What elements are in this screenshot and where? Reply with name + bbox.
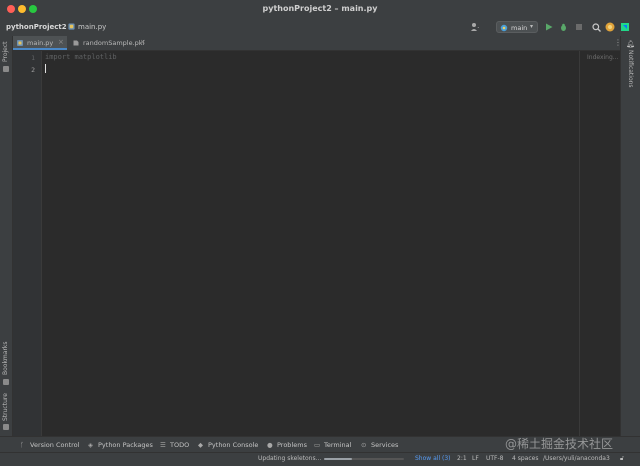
- list-icon: ☰: [160, 441, 166, 449]
- show-all-tasks-link[interactable]: Show all (3): [415, 455, 451, 462]
- indent-setting[interactable]: 4 spaces: [512, 455, 538, 462]
- right-tool-stripe: 🔔︎ Notifications: [620, 36, 640, 436]
- terminal-icon: ▭: [314, 441, 321, 449]
- stop-icon[interactable]: [574, 22, 584, 32]
- navigation-toolbar: pythonProject2 main.py main ▾: [0, 18, 640, 36]
- editor-tab-bar: main.py × randomSample.pkl × ⋮: [12, 36, 628, 51]
- services-icon: ⊙: [361, 441, 367, 449]
- line-number: 1: [31, 54, 35, 62]
- window-title: pythonProject2 – main.py: [262, 4, 378, 13]
- line-number-gutter: 1 2: [13, 51, 42, 436]
- close-icon[interactable]: ×: [140, 38, 146, 46]
- breadcrumb-project[interactable]: pythonProject2: [6, 23, 67, 31]
- problems-button[interactable]: ● Problems: [267, 441, 307, 449]
- user-icon[interactable]: [470, 22, 480, 32]
- line-separator[interactable]: LF: [472, 455, 479, 462]
- python-icon: ◆: [198, 441, 203, 449]
- folder-icon[interactable]: [3, 66, 9, 72]
- python-console-button[interactable]: ◆ Python Console: [198, 441, 258, 449]
- run-icon[interactable]: [544, 22, 554, 32]
- avatar[interactable]: [605, 22, 615, 32]
- file-icon: [73, 40, 79, 46]
- caret-position[interactable]: 2:1: [457, 455, 467, 462]
- debug-icon[interactable]: [558, 22, 568, 32]
- ide-window: pythonProject2 – main.py pythonProject2 …: [0, 0, 640, 466]
- tab-main-py[interactable]: main.py ×: [12, 36, 67, 50]
- search-icon[interactable]: [591, 22, 601, 32]
- info-icon: ●: [267, 441, 273, 449]
- watermark: @稀土掘金技术社区: [505, 437, 614, 451]
- code-editor[interactable]: 1 2 import matplotlib Indexing...: [13, 51, 620, 436]
- python-file-icon: [17, 40, 23, 46]
- lock-icon[interactable]: 🔓︎: [620, 455, 624, 463]
- todo-button[interactable]: ☰ TODO: [160, 441, 189, 449]
- project-tool-button[interactable]: Project: [2, 41, 9, 62]
- branch-selector[interactable]: main ▾: [496, 21, 538, 33]
- structure-icon[interactable]: [3, 424, 9, 430]
- branch-label: main: [511, 24, 528, 32]
- python-packages-button[interactable]: ◈ Python Packages: [88, 441, 153, 449]
- file-encoding[interactable]: UTF-8: [486, 455, 504, 462]
- bell-icon[interactable]: 🔔︎: [626, 40, 635, 48]
- python-file-icon: [68, 23, 75, 30]
- structure-tool-button[interactable]: Structure: [2, 393, 9, 421]
- branch-icon: [500, 24, 508, 32]
- terminal-button[interactable]: ▭ Terminal: [314, 441, 351, 449]
- title-bar: pythonProject2 – main.py: [0, 0, 640, 19]
- version-control-button[interactable]: ᚴ Version Control: [20, 441, 79, 449]
- close-icon[interactable]: ×: [58, 38, 64, 46]
- tab-randomsample-pkl[interactable]: randomSample.pkl ×: [68, 36, 150, 50]
- background-task-progress[interactable]: [324, 458, 404, 460]
- tab-label: randomSample.pkl: [83, 39, 145, 47]
- status-bar: Updating skeletons... Show all (3) 2:1 L…: [0, 452, 640, 466]
- background-task-label: Updating skeletons...: [258, 455, 322, 462]
- indexing-indicator: Indexing...: [587, 54, 619, 61]
- chevron-down-icon: ▾: [530, 23, 534, 30]
- bookmarks-tool-button[interactable]: Bookmarks: [2, 341, 9, 375]
- packages-icon: ◈: [88, 441, 93, 449]
- bookmark-icon[interactable]: [3, 379, 9, 385]
- services-button[interactable]: ⊙ Services: [361, 441, 398, 449]
- progress-fill: [324, 458, 352, 460]
- text-caret: [45, 64, 46, 73]
- left-tool-stripe: Project Bookmarks Structure: [0, 36, 13, 436]
- plugin-icon[interactable]: [620, 22, 630, 32]
- right-margin-guide: [579, 51, 580, 436]
- python-interpreter[interactable]: /Users/yuli/anaconda3: [543, 455, 610, 462]
- notifications-tool-button[interactable]: Notifications: [627, 50, 634, 88]
- breadcrumb-file[interactable]: main.py: [78, 23, 106, 31]
- branch-icon: ᚴ: [20, 441, 24, 449]
- code-line[interactable]: import matplotlib: [45, 53, 117, 61]
- line-number: 2: [31, 66, 35, 74]
- tab-label: main.py: [27, 39, 54, 47]
